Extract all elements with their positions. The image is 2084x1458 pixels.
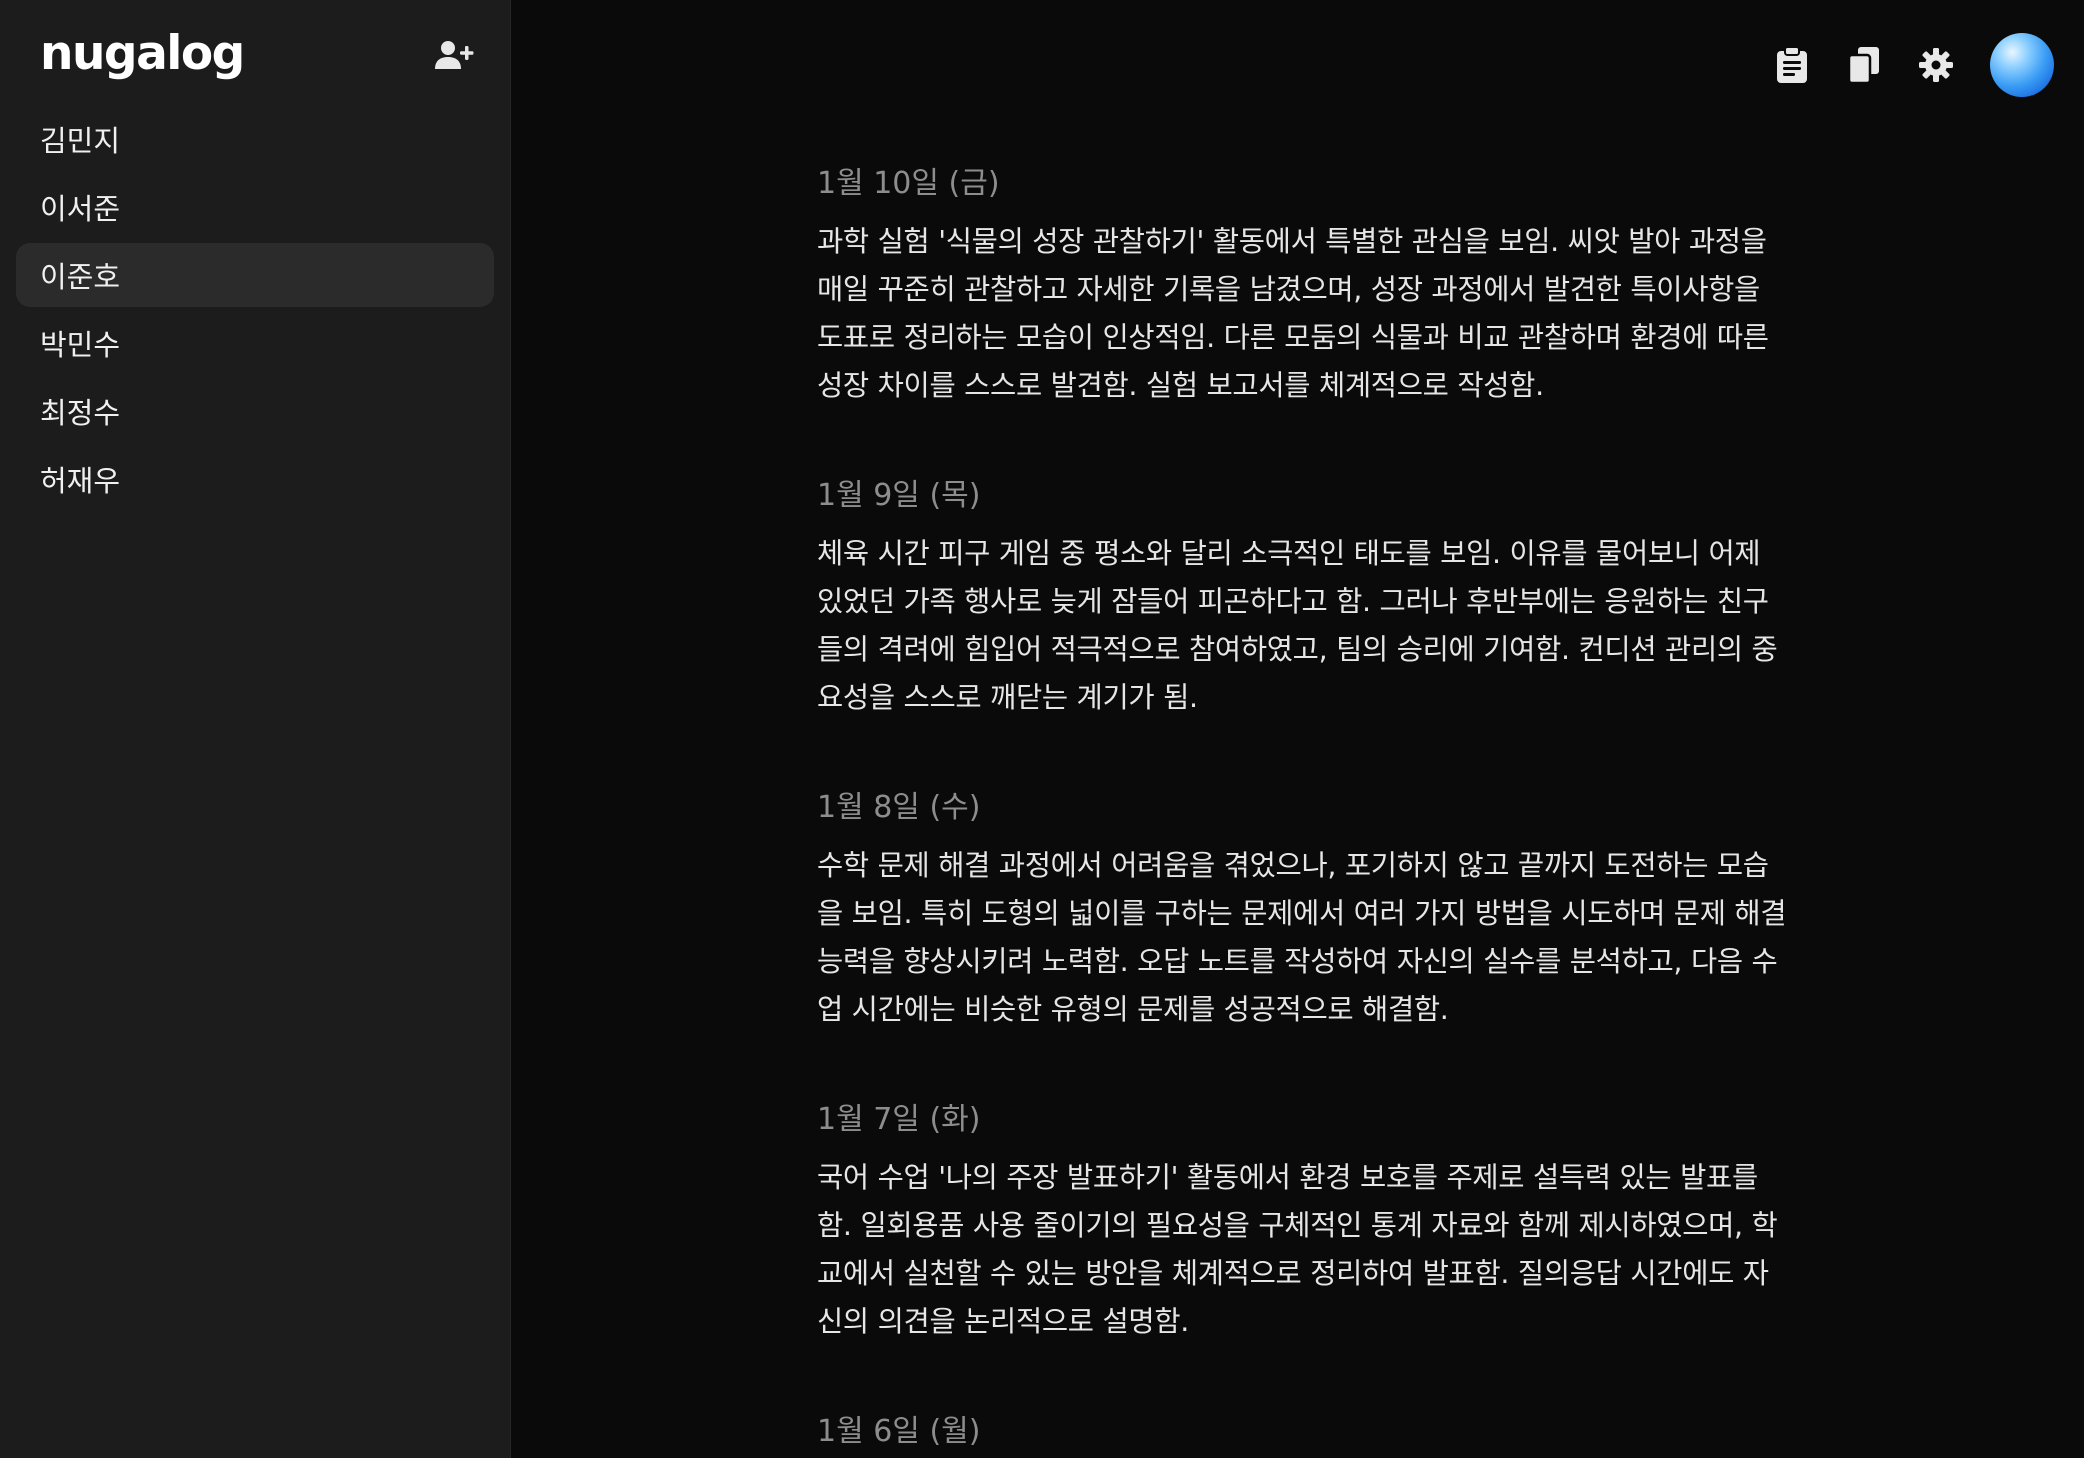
user-plus-icon (435, 41, 474, 69)
entry-text: 체육 시간 피구 게임 중 평소와 달리 소극적인 태도를 보임. 이유를 물어… (817, 537, 1778, 714)
log-entry: 1월 10일 (금) 과학 실험 '식물의 성장 관찰하기' 활동에서 특별한 … (817, 158, 1787, 410)
add-student-button[interactable] (430, 34, 478, 76)
entry-date: 1월 8일 (수) (817, 790, 981, 825)
log-entry: 1월 7일 (화) 국어 수업 '나의 주장 발표하기' 활동에서 환경 보호를… (817, 1094, 1787, 1346)
student-item[interactable]: 박민수 (16, 311, 494, 375)
student-item-selected[interactable]: 이준호 (16, 243, 494, 307)
clipboard-icon (1777, 46, 1807, 83)
entry-date: 1월 9일 (목) (817, 478, 981, 513)
copy-button[interactable] (1840, 41, 1888, 89)
clipboard-button[interactable] (1768, 41, 1816, 89)
entry-date: 1월 7일 (화) (817, 1102, 981, 1137)
copy-icon (1848, 47, 1879, 84)
entry-date: 1월 10일 (금) (817, 166, 1000, 201)
entry-text: 수학 문제 해결 과정에서 어려움을 겪었으나, 포기하지 않고 끝까지 도전하… (817, 849, 1787, 1026)
student-item[interactable]: 최정수 (16, 379, 494, 443)
main-content: 1월 10일 (금) 과학 실험 '식물의 성장 관찰하기' 활동에서 특별한 … (511, 0, 2084, 1458)
student-item[interactable]: 이서준 (16, 175, 494, 239)
log-entry: 1월 9일 (목) 체육 시간 피구 게임 중 평소와 달리 소극적인 태도를 … (817, 470, 1787, 722)
log-entry: 1월 8일 (수) 수학 문제 해결 과정에서 어려움을 겪었으나, 포기하지 … (817, 782, 1787, 1034)
avatar[interactable] (1990, 33, 2054, 97)
sidebar: nugalog 김민지 이서준 이준호 박민수 최정수 허재우 (0, 0, 511, 1458)
entry-text: 과학 실험 '식물의 성장 관찰하기' 활동에서 특별한 관심을 보임. 씨앗 … (817, 225, 1769, 402)
topbar-actions (1768, 30, 2054, 100)
student-item[interactable]: 김민지 (16, 107, 494, 171)
student-list: 김민지 이서준 이준호 박민수 최정수 허재우 (16, 107, 494, 515)
gear-icon (1919, 48, 1953, 82)
log-entry: 1월 6일 (월) (817, 1406, 1787, 1458)
student-item[interactable]: 허재우 (16, 447, 494, 511)
log-entry-list: 1월 10일 (금) 과학 실험 '식물의 성장 관찰하기' 활동에서 특별한 … (817, 158, 1787, 1458)
app-root: nugalog 김민지 이서준 이준호 박민수 최정수 허재우 1월 10일 (… (0, 0, 2084, 1458)
settings-button[interactable] (1912, 41, 1960, 89)
entry-text: 국어 수업 '나의 주장 발표하기' 활동에서 환경 보호를 주제로 설득력 있… (817, 1161, 1778, 1338)
entry-date: 1월 6일 (월) (817, 1414, 981, 1449)
app-logo[interactable]: nugalog (40, 24, 245, 84)
